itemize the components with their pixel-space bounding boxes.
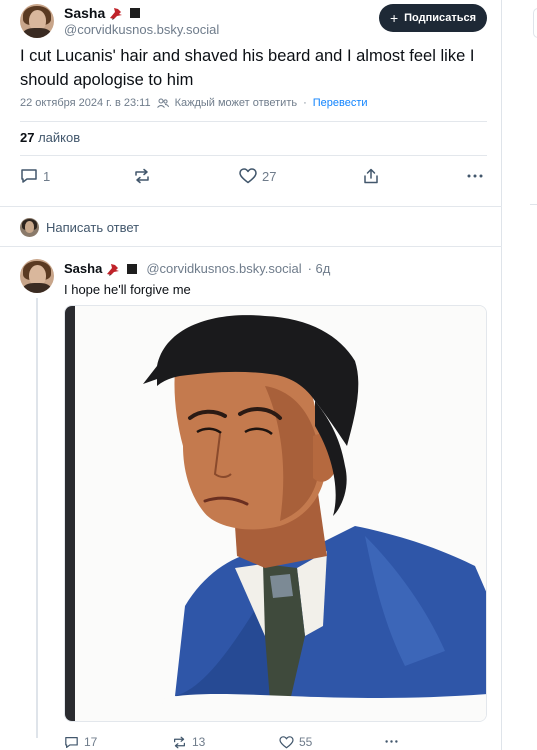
likes-summary[interactable]: 27 лайков <box>20 130 80 145</box>
reply-count: 1 <box>43 168 51 184</box>
portrait-illustration <box>65 306 486 721</box>
author-name[interactable]: Sasha <box>64 5 105 21</box>
people-icon <box>156 98 169 108</box>
reply-author-row: Sasha @corvidkusnos.bsky.social · 6д <box>64 261 330 276</box>
reply-icon <box>65 736 78 748</box>
share-icon <box>364 168 378 184</box>
more-icon <box>385 740 398 743</box>
thread-line <box>36 298 38 738</box>
reply-age[interactable]: · 6д <box>308 261 331 276</box>
translate-link[interactable]: Перевести <box>313 97 368 109</box>
author-name-row: Sasha <box>64 5 141 21</box>
divider <box>0 246 502 247</box>
reply-placeholder: Написать ответ <box>46 220 140 235</box>
post-meta: 22 октября 2024 г. в 23:11 Каждый может … <box>20 97 368 109</box>
heart-icon <box>239 168 257 184</box>
follow-button[interactable]: + Подписаться <box>379 4 487 32</box>
post-actions: 1 27 <box>20 168 486 190</box>
heart-icon <box>279 735 294 748</box>
repost-icon <box>135 168 149 184</box>
reply-author-handle[interactable]: @corvidkusnos.bsky.social <box>146 261 301 276</box>
reply-author-avatar[interactable] <box>20 259 54 293</box>
rail-divider <box>530 204 537 205</box>
rail-search-box[interactable] <box>533 8 537 38</box>
post-image[interactable] <box>64 305 487 722</box>
like-button[interactable]: 27 <box>239 168 276 184</box>
post-text: I cut Lucanis' hair and shaved his beard… <box>20 47 475 89</box>
post-thread: Sasha @corvidkusnos.bsky.social + Подпис… <box>0 0 502 750</box>
reply-icon <box>21 169 37 183</box>
repost-icon <box>174 736 185 748</box>
square-icon <box>130 8 141 18</box>
reply-reply-button[interactable]: 17 <box>64 735 97 749</box>
reply-permission[interactable]: Каждый может ответить <box>175 97 298 109</box>
divider <box>20 121 487 122</box>
square-icon <box>127 263 138 274</box>
bird-icon <box>110 8 123 20</box>
share-button[interactable] <box>362 168 380 184</box>
post-timestamp[interactable]: 22 октября 2024 г. в 23:11 <box>20 97 151 109</box>
bird-icon <box>107 263 120 276</box>
meta-dot: · <box>303 97 307 109</box>
repost-button[interactable] <box>133 168 156 184</box>
reply-text: I hope he'll forgive me <box>64 282 191 297</box>
divider <box>0 206 502 207</box>
reply-reply-count: 17 <box>84 735 98 749</box>
more-button[interactable] <box>466 168 484 184</box>
reply-repost-button[interactable]: 13 <box>172 735 205 749</box>
likes-label: лайков <box>38 130 81 145</box>
reply-button[interactable]: 1 <box>20 168 50 184</box>
follow-button-label: Подписаться <box>404 12 477 24</box>
my-avatar <box>20 218 39 237</box>
more-icon <box>467 174 483 178</box>
divider <box>20 155 487 156</box>
reply-composer[interactable]: Написать ответ <box>0 208 502 246</box>
reply-like-button[interactable]: 55 <box>279 735 312 749</box>
author-avatar[interactable] <box>20 4 54 38</box>
reply-actions: 17 13 55 <box>64 735 484 750</box>
likes-count: 27 <box>20 130 35 145</box>
plus-icon: + <box>389 10 399 26</box>
right-rail <box>530 0 537 750</box>
author-handle[interactable]: @corvidkusnos.bsky.social <box>64 22 219 37</box>
reply-like-count: 55 <box>299 735 313 749</box>
reply-repost-count: 13 <box>192 735 206 749</box>
like-count: 27 <box>262 168 277 184</box>
reply-author-name[interactable]: Sasha <box>64 261 102 276</box>
reply-more-button[interactable] <box>384 735 399 748</box>
